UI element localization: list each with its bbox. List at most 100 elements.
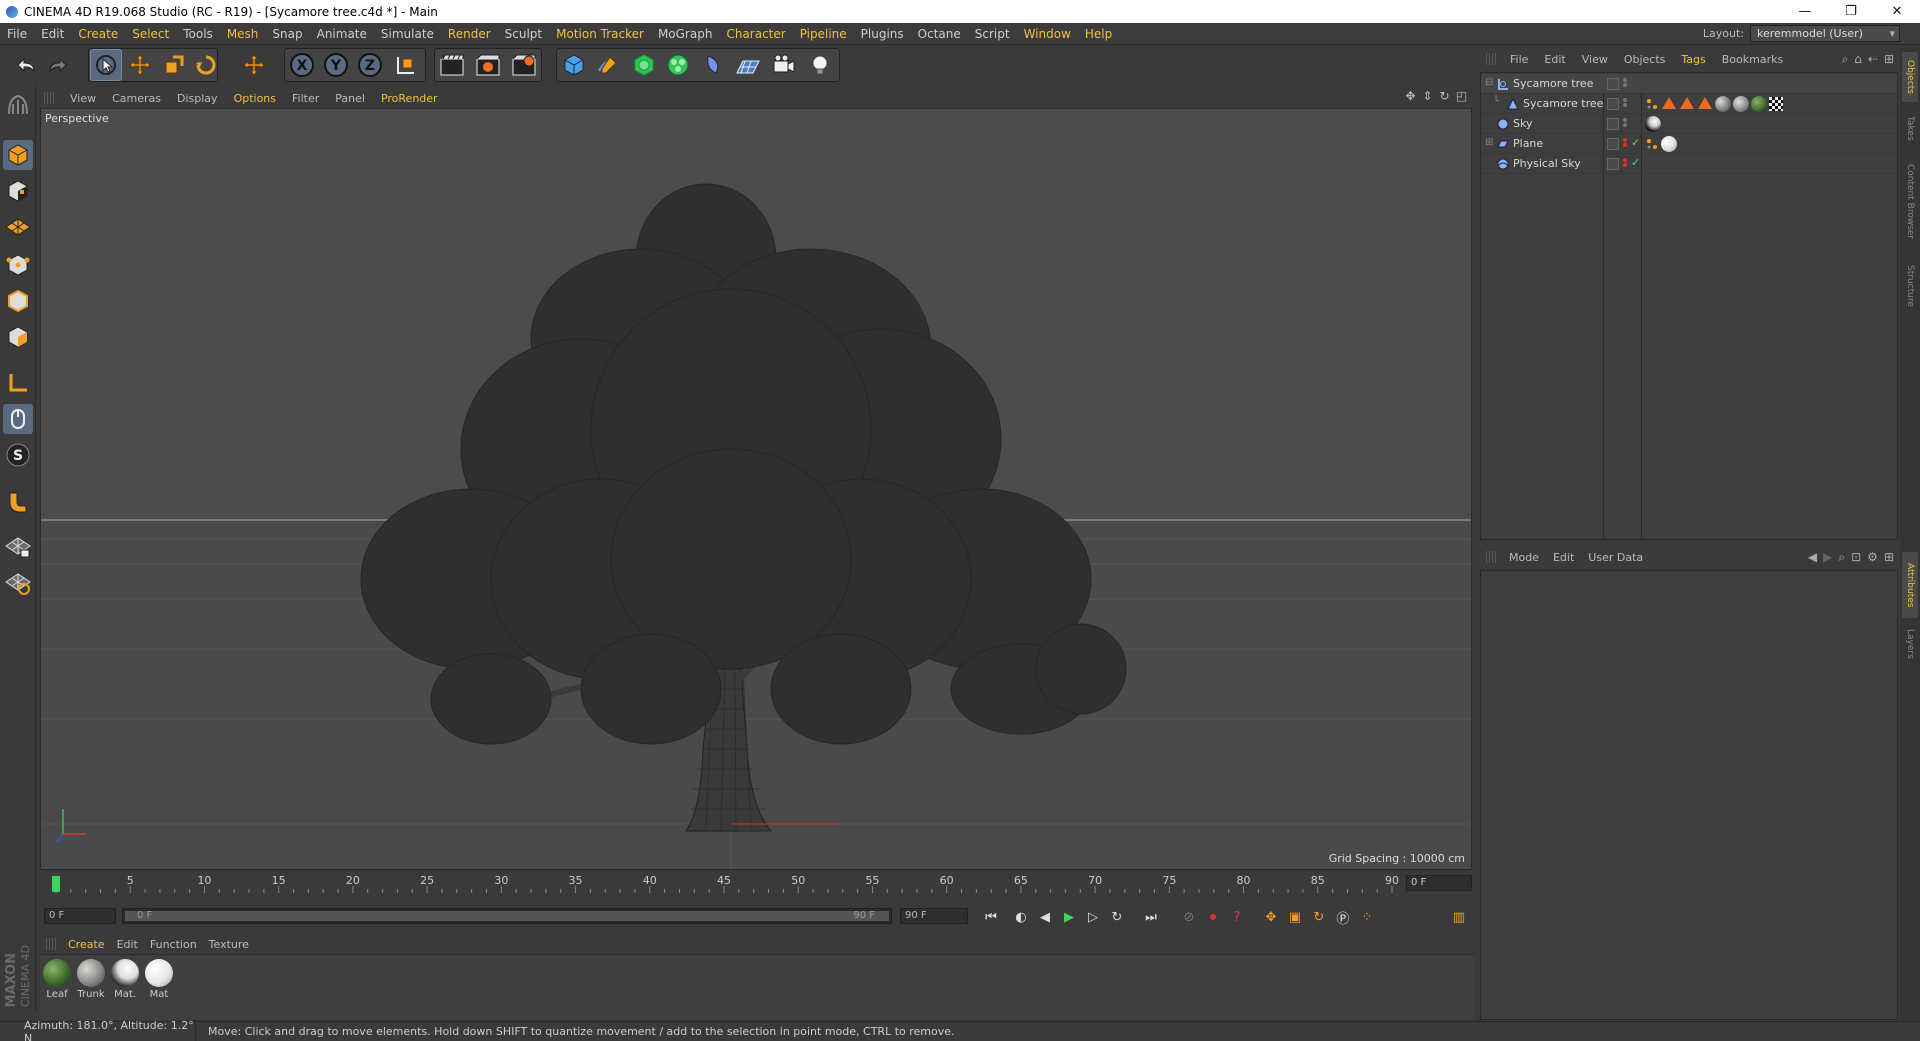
layer-visibility-toggle[interactable] xyxy=(1607,138,1619,150)
menu-plugins[interactable]: Plugins xyxy=(854,27,911,41)
editor-render-visibility-dots[interactable] xyxy=(1623,157,1629,171)
render-to-picture-viewer-icon[interactable] xyxy=(472,49,504,81)
material-tag-icon[interactable] xyxy=(1661,136,1677,152)
viewport-menu-display[interactable]: Display xyxy=(169,92,226,105)
deformer-icon[interactable] xyxy=(698,49,730,81)
toggle-view-icon[interactable]: ◰ xyxy=(1455,90,1468,103)
attributes-menu-mode[interactable]: Mode xyxy=(1502,551,1546,564)
key-parameter-icon[interactable]: Ⓟ xyxy=(1332,906,1354,928)
menu-tools[interactable]: Tools xyxy=(176,27,220,41)
menu-mesh[interactable]: Mesh xyxy=(220,27,266,41)
menu-file[interactable]: File xyxy=(0,27,34,41)
uvw-tag-icon[interactable] xyxy=(1679,96,1695,113)
rotate-tool-icon[interactable] xyxy=(190,49,222,81)
autokeying-icon[interactable]: ? xyxy=(1226,906,1248,928)
play-forward-icon[interactable]: ▶ xyxy=(1058,906,1080,928)
next-frame-icon[interactable]: ▷ xyxy=(1082,906,1104,928)
material-tag-icon[interactable] xyxy=(1715,96,1731,112)
editor-render-visibility-dots[interactable] xyxy=(1623,77,1629,91)
object-name[interactable]: Physical Sky xyxy=(1513,157,1581,170)
x-axis-lock-icon[interactable]: X xyxy=(286,49,318,81)
pen-spline-icon[interactable] xyxy=(592,49,624,81)
camera-object-icon[interactable] xyxy=(768,49,800,81)
key-scale-icon[interactable]: ▣ xyxy=(1284,906,1306,928)
new-window-icon[interactable]: ⊞ xyxy=(1884,52,1894,67)
previous-key-icon[interactable]: ◐ xyxy=(1010,906,1032,928)
points-mode-icon[interactable] xyxy=(3,250,33,280)
menu-select[interactable]: Select xyxy=(125,27,176,41)
objects-menu-view[interactable]: View xyxy=(1574,53,1616,66)
back-icon[interactable]: ⇠ xyxy=(1868,52,1878,67)
viewport-camera-label[interactable]: Perspective xyxy=(45,112,109,125)
menu-character[interactable]: Character xyxy=(719,27,792,41)
tab-layers[interactable]: Layers xyxy=(1902,622,1918,666)
material-mat-2[interactable]: Mat xyxy=(144,959,174,1000)
object-name[interactable]: Sycamore tree xyxy=(1523,97,1603,110)
edit-render-settings-icon[interactable] xyxy=(508,49,540,81)
timeline-ruler[interactable]: 051015202530354045505560657075808590 xyxy=(48,874,1400,894)
object-row-sycamore-tree-null[interactable]: ⊟ Sycamore tree xyxy=(1481,74,1897,94)
object-row-sky[interactable]: Sky xyxy=(1481,114,1897,134)
minimize-button[interactable]: — xyxy=(1782,0,1828,23)
go-to-end-icon[interactable]: ⏭ xyxy=(1140,906,1162,928)
perspective-viewport[interactable]: Perspective Grid Spacing : 10000 cm xyxy=(40,108,1472,870)
enable-axis-icon[interactable] xyxy=(3,368,33,398)
cloner-icon[interactable] xyxy=(662,49,694,81)
attributes-menu-edit[interactable]: Edit xyxy=(1546,551,1581,564)
tab-content-browser[interactable]: Content Browser xyxy=(1902,152,1918,252)
pan-view-icon[interactable]: ✥ xyxy=(1404,90,1417,103)
render-view-icon[interactable] xyxy=(436,49,468,81)
new-window-icon[interactable]: ⊞ xyxy=(1884,550,1894,565)
material-menu-texture[interactable]: Texture xyxy=(203,938,255,951)
restore-button[interactable]: ❐ xyxy=(1828,0,1874,23)
key-position-icon[interactable]: ✥ xyxy=(1260,906,1282,928)
zoom-view-icon[interactable]: ⇕ xyxy=(1421,90,1434,103)
playhead[interactable] xyxy=(52,876,60,892)
material-tag-icon[interactable] xyxy=(1733,96,1749,112)
editor-render-visibility-dots[interactable] xyxy=(1623,137,1629,151)
polygons-mode-icon[interactable] xyxy=(3,322,33,352)
key-point-level-icon[interactable]: ⁘ xyxy=(1356,906,1378,928)
preview-range-slider[interactable]: 0 F 90 F xyxy=(122,908,892,924)
tab-takes[interactable]: Takes xyxy=(1902,108,1918,148)
recent-tool-icon[interactable] xyxy=(238,49,270,81)
selection-tag-icon[interactable] xyxy=(1769,97,1783,111)
viewport-menu-panel[interactable]: Panel xyxy=(327,92,373,105)
search-icon[interactable]: ⌕ xyxy=(1838,550,1845,565)
phong-tag-icon[interactable] xyxy=(1645,97,1659,111)
material-leaf[interactable]: Leaf xyxy=(42,959,72,1000)
object-name[interactable]: Sycamore tree xyxy=(1513,77,1593,90)
orbit-view-icon[interactable]: ↻ xyxy=(1438,90,1451,103)
make-editable-icon[interactable] xyxy=(3,90,33,120)
undo-icon[interactable] xyxy=(10,49,42,81)
settings-icon[interactable]: ⚙ xyxy=(1867,550,1878,565)
timeline[interactable]: 051015202530354045505560657075808590 0 F xyxy=(40,872,1474,896)
forward-arrow-icon[interactable]: ▶ xyxy=(1823,550,1832,565)
edges-mode-icon[interactable] xyxy=(3,286,33,316)
tab-structure[interactable]: Structure xyxy=(1902,256,1918,316)
menu-sculpt[interactable]: Sculpt xyxy=(498,27,549,41)
phong-tag-icon[interactable] xyxy=(1645,137,1659,151)
cube-object-icon[interactable] xyxy=(558,49,590,81)
objects-menu-edit[interactable]: Edit xyxy=(1536,53,1573,66)
subdivision-surface-icon[interactable] xyxy=(628,49,660,81)
menu-pipeline[interactable]: Pipeline xyxy=(793,27,854,41)
menu-window[interactable]: Window xyxy=(1017,27,1078,41)
object-name[interactable]: Plane xyxy=(1513,137,1543,150)
menu-mograph[interactable]: MoGraph xyxy=(651,27,720,41)
layout-dropdown[interactable]: keremmodel (User) xyxy=(1750,25,1900,42)
move-tool-icon[interactable] xyxy=(124,49,156,81)
enabled-check-icon[interactable]: ✓ xyxy=(1631,156,1640,169)
enabled-check-icon[interactable]: ✓ xyxy=(1631,136,1640,149)
snapping-icon[interactable] xyxy=(3,486,33,516)
panel-grip-icon[interactable] xyxy=(46,938,56,950)
material-trunk[interactable]: Trunk xyxy=(76,959,106,1000)
tab-attributes[interactable]: Attributes xyxy=(1902,552,1918,618)
viewport-menu-filter[interactable]: Filter xyxy=(284,92,327,105)
expand-icon[interactable]: ⊞ xyxy=(1485,137,1493,148)
coordinate-system-icon[interactable] xyxy=(390,49,422,81)
search-icon[interactable]: ⌕ xyxy=(1842,52,1849,67)
uvw-tag-icon[interactable] xyxy=(1697,96,1713,113)
menu-animate[interactable]: Animate xyxy=(310,27,374,41)
layer-visibility-toggle[interactable] xyxy=(1607,78,1619,90)
